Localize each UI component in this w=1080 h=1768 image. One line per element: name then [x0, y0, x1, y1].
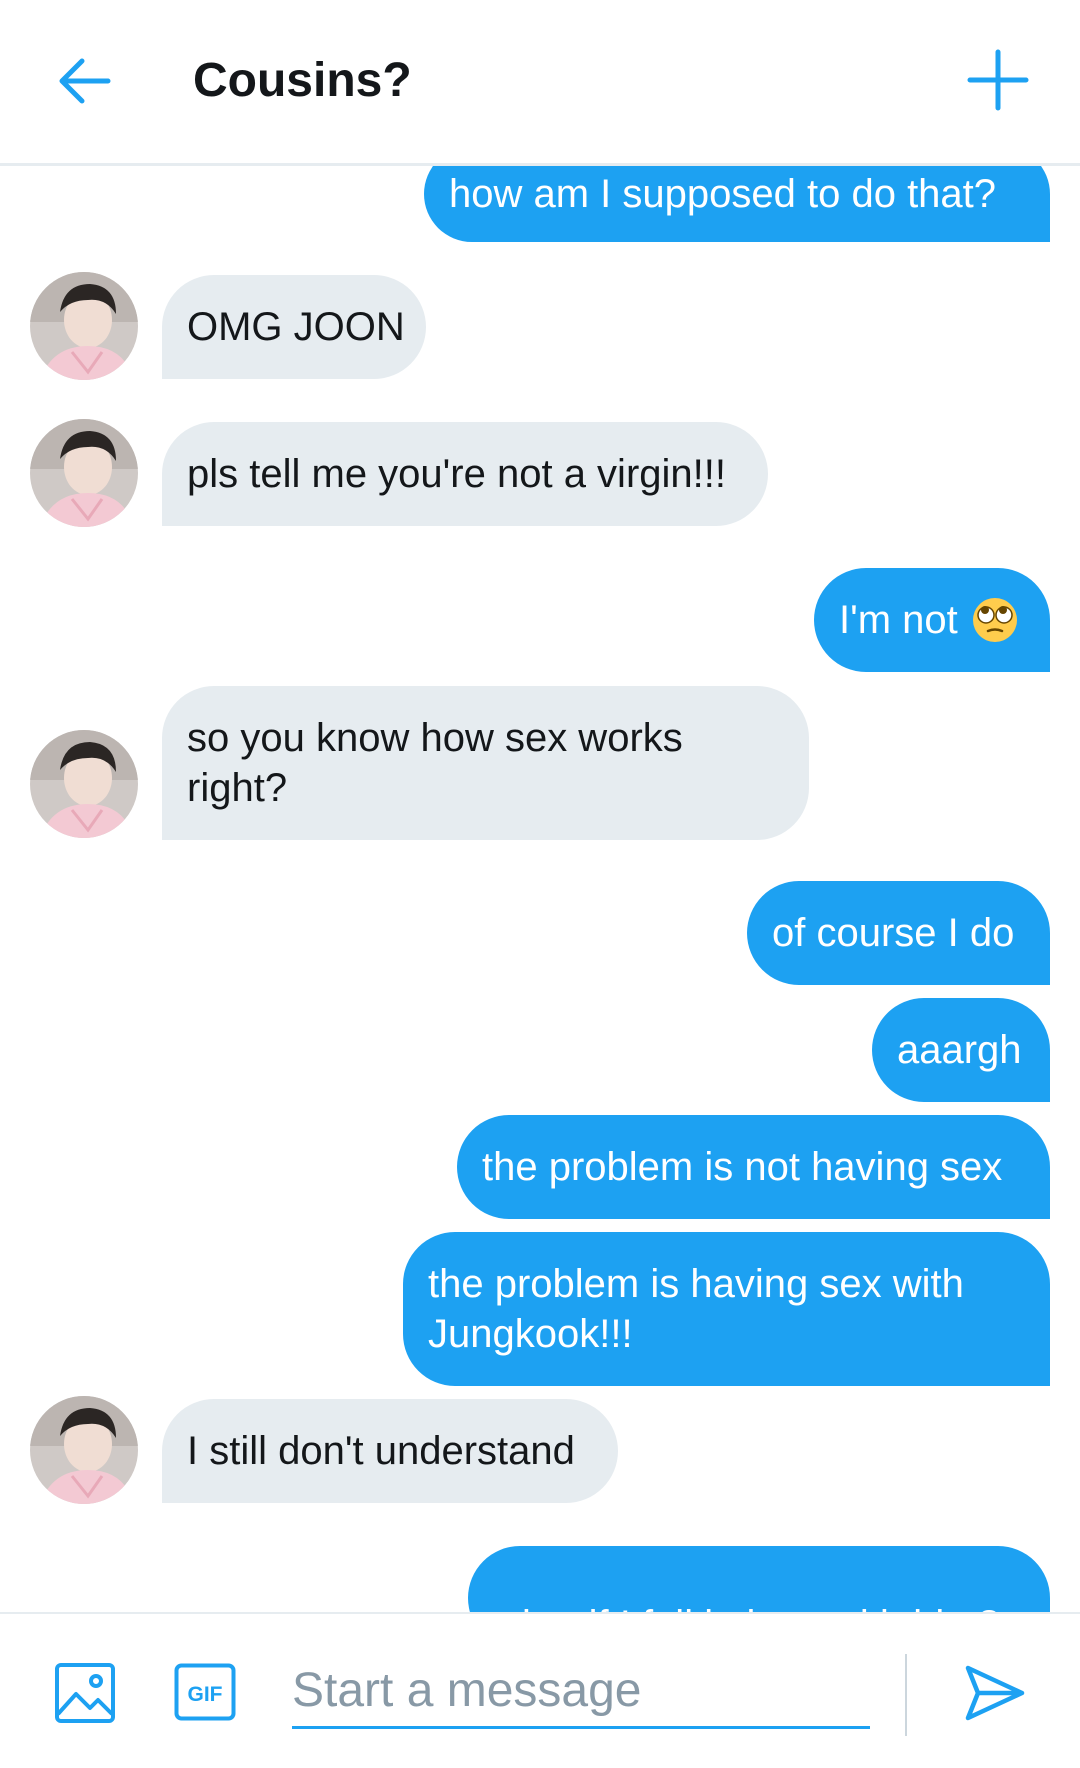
gif-icon[interactable]: GIF	[174, 1663, 236, 1721]
message-composer: GIF	[0, 1612, 1080, 1768]
avatar-photo	[30, 272, 138, 380]
gif-label: GIF	[188, 1683, 223, 1706]
message-text: pls tell me you're not a virgin!!!	[187, 452, 726, 496]
image-icon[interactable]	[54, 1662, 116, 1724]
message-text: so you know how sex works right?	[187, 716, 683, 810]
message-text: I'm not	[839, 598, 958, 642]
message-bubble-received[interactable]: OMG JOON	[162, 275, 426, 379]
message-bubble-sent[interactable]: how am I supposed to do that?	[424, 166, 1050, 242]
send-icon[interactable]	[962, 1660, 1028, 1726]
message-input[interactable]	[292, 1654, 870, 1729]
message-text: the problem is having sex with Jungkook!…	[428, 1262, 964, 1356]
message-bubble-received[interactable]: so you know how sex works right?	[162, 686, 809, 840]
message-text: I still don't understand	[187, 1429, 575, 1473]
back-arrow-icon[interactable]	[52, 48, 118, 114]
avatar-photo	[30, 730, 138, 838]
message-bubble-sent[interactable]: of course I do	[747, 881, 1050, 985]
conversation-title: Cousins?	[193, 54, 412, 107]
avatar[interactable]	[30, 1396, 138, 1504]
composer-divider	[905, 1654, 907, 1736]
message-text: of course I do	[772, 911, 1015, 955]
message-bubble-received[interactable]: I still don't understand	[162, 1399, 618, 1503]
avatar[interactable]	[30, 419, 138, 527]
avatar[interactable]	[30, 272, 138, 380]
message-bubble-received[interactable]: pls tell me you're not a virgin!!!	[162, 422, 768, 526]
message-bubble-sent[interactable]: I'm not	[814, 568, 1050, 672]
message-text: how am I supposed to do that?	[449, 172, 997, 216]
face-with-rolling-eyes-icon	[972, 598, 1017, 642]
message-text: OMG JOON	[187, 305, 405, 349]
message-bubble-sent[interactable]: what if I fall in love with him?	[468, 1546, 1050, 1612]
message-bubble-sent[interactable]: the problem is having sex with Jungkook!…	[403, 1232, 1050, 1386]
message-text: what if I fall in love with him?	[493, 1600, 1000, 1612]
conversation-header: Cousins?	[0, 0, 1080, 166]
message-list[interactable]: how am I supposed to do that? OMG JOON p…	[0, 166, 1080, 1612]
message-bubble-sent[interactable]: the problem is not having sex	[457, 1115, 1050, 1219]
avatar[interactable]	[30, 730, 138, 838]
plus-icon[interactable]	[962, 44, 1034, 116]
avatar-photo	[30, 1396, 138, 1504]
avatar-photo	[30, 419, 138, 527]
message-bubble-sent[interactable]: aaargh	[872, 998, 1050, 1102]
message-text: aaargh	[897, 1028, 1022, 1072]
message-text: the problem is not having sex	[482, 1145, 1003, 1189]
